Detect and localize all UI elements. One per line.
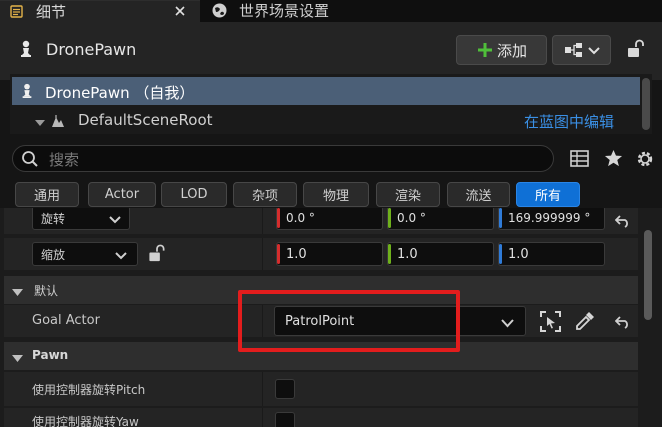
use-controller-yaw-row: 使用控制器旋转Yaw	[4, 408, 638, 427]
table-view-icon[interactable]	[570, 150, 589, 167]
goal-actor-label: Goal Actor	[32, 313, 100, 328]
filter-lod[interactable]: LOD	[161, 182, 227, 207]
lock-icon[interactable]	[627, 39, 645, 59]
tab-world-settings[interactable]: 世界场景设置	[203, 0, 403, 22]
tree-item-default-scene-root[interactable]: DefaultSceneRoot 在蓝图中编辑	[12, 107, 640, 133]
use-controller-pitch-label: 使用控制器旋转Pitch	[32, 383, 146, 397]
use-controller-pitch-checkbox[interactable]	[275, 379, 295, 399]
rotation-label: 旋转	[41, 211, 66, 226]
tab-world-settings-label: 世界场景设置	[239, 2, 330, 20]
filter-physics[interactable]: 物理	[303, 182, 369, 207]
search-placeholder: 搜索	[49, 151, 80, 169]
search-input[interactable]: 搜索	[12, 145, 554, 172]
tree-scrollbar[interactable]	[642, 78, 650, 130]
filter-streaming[interactable]: 流送	[447, 182, 510, 207]
scale-x-field[interactable]: 1.0	[276, 242, 383, 266]
tab-bar: 细节 世界场景设置	[0, 0, 662, 22]
use-controller-yaw-checkbox[interactable]	[275, 412, 295, 427]
reset-icon[interactable]	[614, 315, 631, 329]
pawn-icon	[18, 40, 34, 58]
filter-actor[interactable]: Actor	[88, 182, 156, 207]
chevron-down-icon	[501, 317, 514, 328]
chevron-down-icon	[587, 45, 600, 55]
highlight-box	[238, 290, 460, 352]
tree-child-label: DefaultSceneRoot	[78, 111, 213, 129]
chevron-down-icon	[115, 250, 127, 260]
scale-mode-dropdown[interactable]: 缩放	[32, 242, 138, 266]
scene-component-icon	[50, 113, 66, 129]
scale-z-field[interactable]: 1.0	[498, 242, 605, 266]
filter-misc[interactable]: 杂项	[233, 182, 297, 207]
use-controller-pitch-row: 使用控制器旋转Pitch	[4, 372, 638, 406]
actor-name: DronePawn	[46, 40, 137, 59]
select-actor-icon[interactable]	[540, 311, 561, 332]
add-component-button[interactable]: 添加	[456, 35, 547, 65]
chevron-down-icon	[109, 214, 121, 224]
star-icon[interactable]	[604, 149, 623, 168]
rotation-x-field[interactable]: 0.0 °	[276, 208, 383, 230]
collapse-arrow-icon	[12, 286, 23, 296]
hierarchy-icon	[564, 42, 584, 58]
rotation-mode-dropdown[interactable]: 旋转	[32, 208, 130, 230]
tab-details-label: 细节	[36, 3, 67, 21]
collapse-arrow-icon[interactable]	[34, 116, 46, 126]
lock-icon[interactable]	[148, 244, 166, 263]
world-icon	[211, 2, 228, 19]
tree-item-root[interactable]: DronePawn （自我）	[12, 77, 640, 105]
close-icon[interactable]	[172, 3, 188, 19]
details-scrollbar[interactable]	[644, 230, 652, 320]
pawn-icon	[20, 83, 34, 99]
category-default-title: 默认	[34, 284, 59, 298]
rotation-y-field[interactable]: 0.0 °	[387, 208, 494, 230]
tab-details[interactable]: 细节	[0, 0, 200, 22]
reset-icon[interactable]	[614, 214, 631, 228]
filter-all[interactable]: 所有	[516, 182, 580, 207]
use-controller-yaw-label: 使用控制器旋转Yaw	[32, 415, 139, 427]
details-header: DronePawn 添加	[0, 22, 662, 80]
blueprint-options-button[interactable]	[552, 35, 611, 65]
filter-general[interactable]: 通用	[15, 182, 79, 207]
edit-in-blueprint-link[interactable]: 在蓝图中编辑	[524, 111, 614, 132]
scale-y-field[interactable]: 1.0	[387, 242, 494, 266]
component-tree: DronePawn （自我） DefaultSceneRoot 在蓝图中编辑	[10, 74, 652, 134]
filter-rendering[interactable]: 渲染	[376, 182, 440, 207]
eyedropper-icon[interactable]	[575, 311, 595, 331]
details-icon	[9, 4, 25, 20]
scale-label: 缩放	[41, 247, 66, 262]
plus-icon	[476, 41, 494, 59]
rotation-z-field[interactable]: 169.999999 °	[498, 208, 605, 230]
collapse-arrow-icon	[12, 352, 23, 362]
category-pawn-title: Pawn	[32, 348, 69, 362]
add-label: 添加	[496, 41, 527, 60]
search-icon	[21, 150, 39, 168]
tree-root-label: DronePawn （自我）	[45, 84, 195, 102]
gear-icon[interactable]	[635, 149, 655, 169]
